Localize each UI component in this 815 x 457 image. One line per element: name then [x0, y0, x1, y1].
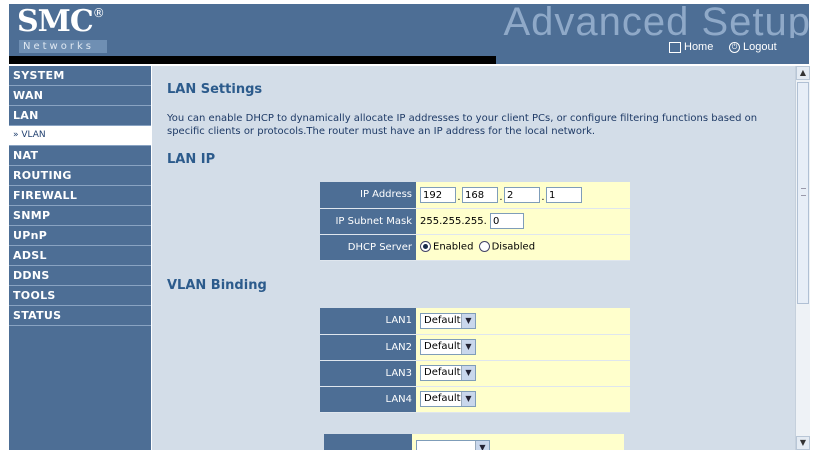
vlan-binding-table: LAN1 Default ▼ LAN2 Default ▼ LAN3 Default…	[320, 308, 630, 413]
subnet-last-input[interactable]: 0	[489, 213, 524, 229]
page-title: LAN Settings	[167, 82, 263, 97]
sidebar-item-system[interactable]: SYSTEM	[9, 66, 151, 86]
sidebar-item-wan[interactable]: WAN	[9, 86, 151, 106]
chevron-down-icon: ▼	[461, 392, 475, 406]
dhcp-disabled-radio[interactable]	[478, 241, 490, 253]
lan3-label: LAN3	[320, 360, 416, 387]
chevron-down-icon: ▼	[461, 366, 475, 380]
lan1-select[interactable]: Default ▼	[420, 312, 476, 329]
lan4-label: LAN4	[320, 386, 416, 413]
ip-address-row: IP Address 192. 168. 2. 1	[320, 182, 630, 209]
vlan-row: LAN4 Default ▼	[320, 386, 630, 413]
cut-off-select[interactable]: ▼	[416, 439, 490, 450]
ip-octet-1-input[interactable]: 192	[420, 186, 456, 203]
dhcp-disabled-label: Disabled	[491, 241, 536, 253]
lan4-select[interactable]: Default ▼	[420, 391, 476, 407]
sidebar-item-upnp[interactable]: UPnP	[9, 226, 151, 246]
lan-ip-table: IP Address 192. 168. 2. 1 IP Subnet Mask 25…	[320, 182, 630, 261]
sidebar-nav: SYSTEM WAN LAN » VLAN NAT ROUTING FIREWA…	[9, 66, 151, 450]
sidebar-item-snmp[interactable]: SNMP	[9, 206, 151, 226]
sidebar-item-lan[interactable]: LAN	[9, 106, 151, 126]
logout-icon: ⏻	[729, 41, 740, 53]
sidebar-item-nat[interactable]: NAT	[9, 146, 151, 166]
ip-octet-2-input[interactable]: 168	[462, 186, 498, 203]
sidebar-item-status[interactable]: STATUS	[9, 306, 151, 326]
dhcp-enabled-radio[interactable]	[420, 241, 431, 253]
subnet-mask-fields: 255.255.255. 0	[416, 208, 630, 235]
lan1-label: LAN1	[320, 308, 416, 335]
lan-ip-heading: LAN IP	[167, 152, 216, 167]
dhcp-server-options: Enabled Disabled	[416, 234, 630, 261]
home-icon	[669, 41, 681, 53]
sidebar-item-firewall[interactable]: FIREWALL	[9, 186, 151, 206]
scroll-up-button[interactable]: ▲	[796, 66, 810, 80]
vlan-binding-heading: VLAN Binding	[167, 278, 267, 293]
subnet-mask-label: IP Subnet Mask	[320, 208, 416, 235]
smc-logo: SMC®	[17, 4, 105, 39]
dhcp-server-label: DHCP Server	[320, 234, 416, 261]
sidebar-item-ddns[interactable]: DDNS	[9, 266, 151, 286]
sidebar-item-vlan[interactable]: » VLAN	[9, 126, 151, 146]
vlan-row: LAN2 Default ▼	[320, 334, 630, 361]
lan3-select[interactable]: Default ▼	[420, 365, 476, 381]
ip-octet-4-input[interactable]: 1	[546, 186, 582, 203]
subnet-row: IP Subnet Mask 255.255.255. 0	[320, 208, 630, 235]
cut-off-row: ▼	[324, 434, 624, 450]
vlan-row: LAN1 Default ▼	[320, 308, 630, 335]
sidebar-item-adsl[interactable]: ADSL	[9, 246, 151, 266]
sidebar-item-tools[interactable]: TOOLS	[9, 286, 151, 306]
lan2-select[interactable]: Default ▼	[420, 339, 476, 355]
chevron-down-icon: ▼	[461, 340, 475, 354]
vertical-scrollbar[interactable]: ▲ ▼	[795, 66, 810, 450]
sidebar-item-routing[interactable]: ROUTING	[9, 166, 151, 186]
vlan-row: LAN3 Default ▼	[320, 360, 630, 387]
page-description: You can enable DHCP to dynamically alloc…	[167, 113, 758, 137]
chevron-down-icon: ▼	[475, 440, 489, 450]
scroll-down-button[interactable]: ▼	[796, 436, 810, 450]
content-area: LAN Settings You can enable DHCP to dyna…	[152, 66, 795, 450]
dhcp-row: DHCP Server Enabled Disabled	[320, 234, 630, 261]
scroll-thumb[interactable]	[797, 82, 809, 304]
ip-address-fields: 192. 168. 2. 1	[416, 182, 630, 209]
subnet-prefix: 255.255.255.	[420, 216, 487, 227]
dhcp-enabled-label: Enabled	[433, 241, 474, 253]
logout-link[interactable]: ⏻ Logout	[729, 41, 777, 53]
top-links: Home ⏻ Logout	[655, 38, 805, 58]
ip-octet-3-input[interactable]: 2	[504, 186, 540, 203]
lan2-label: LAN2	[320, 334, 416, 361]
home-link[interactable]: Home	[669, 41, 713, 53]
chevron-down-icon: ▼	[461, 313, 475, 328]
networks-subtitle: Networks	[19, 40, 107, 53]
header-divider	[9, 56, 496, 64]
ip-address-label: IP Address	[320, 182, 416, 209]
